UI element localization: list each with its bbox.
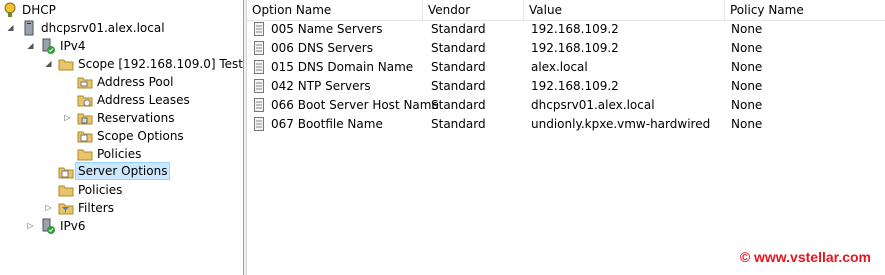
folder-icon — [77, 92, 93, 108]
column-header-value[interactable]: Value — [524, 0, 725, 20]
tree-label-dhcp: DHCP — [22, 3, 56, 17]
expand-arrow-icon[interactable]: ▷ — [44, 199, 53, 217]
value-cell: undionly.kpxe.vmw-hardwired — [531, 117, 711, 131]
option-name-cell: 015 DNS Domain Name — [271, 60, 414, 74]
tree-label-address-leases: Address Leases — [97, 93, 190, 107]
folder-icon — [58, 164, 74, 180]
policy-name-cell: None — [731, 79, 763, 93]
option-icon — [254, 98, 264, 112]
server-icon — [21, 20, 37, 36]
filter-icon — [58, 200, 74, 216]
vendor-cell: Standard — [431, 60, 486, 74]
option-icon — [254, 79, 264, 93]
expand-arrow-icon[interactable]: ▷ — [63, 109, 72, 127]
ipv4-icon — [40, 38, 56, 54]
vendor-cell: Standard — [431, 79, 486, 93]
collapse-arrow-icon[interactable]: ◢ — [6, 19, 15, 37]
options-list: Option Name Vendor Value Policy Name 005… — [247, 0, 885, 275]
policy-name-cell: None — [731, 60, 763, 74]
option-icon — [254, 117, 264, 131]
tree-label-scope-policies: Policies — [97, 147, 142, 161]
option-icon — [254, 22, 264, 36]
vendor-cell: Standard — [431, 98, 486, 112]
list-header: Option Name Vendor Value Policy Name — [247, 0, 885, 21]
tree-label-ipv6: IPv6 — [60, 219, 86, 233]
table-row[interactable]: 005 Name Servers Standard 192.168.109.2 Non… — [247, 20, 885, 39]
option-name-cell: 005 Name Servers — [271, 22, 383, 36]
folder-icon — [77, 146, 93, 162]
value-cell: alex.local — [531, 60, 588, 74]
value-cell: 192.168.109.2 — [531, 22, 619, 36]
folder-icon — [58, 182, 74, 198]
policy-name-cell: None — [731, 117, 763, 131]
folder-icon — [58, 56, 74, 72]
tree-label-address-pool: Address Pool — [97, 75, 174, 89]
policy-name-cell: None — [731, 98, 763, 112]
column-header-policy-name[interactable]: Policy Name — [725, 0, 885, 20]
table-row[interactable]: 066 Boot Server Host Name Standard dhcpsrv… — [247, 96, 885, 115]
option-name-cell: 067 Bootfile Name — [271, 117, 383, 131]
option-name-cell: 066 Boot Server Host Name — [271, 98, 439, 112]
vendor-cell: Standard — [431, 22, 486, 36]
option-name-cell: 042 NTP Servers — [271, 79, 371, 93]
tree-label-scope: Scope [192.168.109.0] Test — [78, 57, 243, 71]
option-icon — [254, 60, 264, 74]
tree-label-scope-options: Scope Options — [97, 129, 184, 143]
folder-icon — [77, 74, 93, 90]
dhcp-icon — [2, 2, 18, 18]
table-row[interactable]: 042 NTP Servers Standard 192.168.109.2 None — [247, 77, 885, 96]
collapse-arrow-icon[interactable]: ◢ — [26, 37, 35, 55]
expand-arrow-icon[interactable]: ▷ — [26, 217, 35, 235]
ipv6-icon — [40, 218, 56, 234]
tree-label-reservations: Reservations — [97, 111, 175, 125]
option-name-cell: 006 DNS Servers — [271, 41, 373, 55]
console-tree: DHCP ◢ dhcpsrv01.alex.local ◢ IPv4 ◢ Sco… — [0, 0, 243, 275]
table-row[interactable]: 006 DNS Servers Standard 192.168.109.2 None — [247, 39, 885, 58]
policy-name-cell: None — [731, 41, 763, 55]
tree-label-filters: Filters — [78, 201, 114, 215]
column-header-vendor[interactable]: Vendor — [423, 0, 524, 20]
vendor-cell: Standard — [431, 117, 486, 131]
value-cell: 192.168.109.2 — [531, 41, 619, 55]
vendor-cell: Standard — [431, 41, 486, 55]
policy-name-cell: None — [731, 22, 763, 36]
tree-label-server: dhcpsrv01.alex.local — [41, 21, 165, 35]
tree-label-policies: Policies — [78, 183, 123, 197]
tree-label-ipv4: IPv4 — [60, 39, 86, 53]
collapse-arrow-icon[interactable]: ◢ — [44, 55, 53, 73]
watermark: © www.vstellar.com — [739, 249, 871, 265]
folder-icon — [77, 128, 93, 144]
value-cell: 192.168.109.2 — [531, 79, 619, 93]
value-cell: dhcpsrv01.alex.local — [531, 98, 655, 112]
folder-icon — [77, 110, 93, 126]
table-row[interactable]: 015 DNS Domain Name Standard alex.local Non… — [247, 58, 885, 77]
option-icon — [254, 41, 264, 55]
column-header-option-name[interactable]: Option Name — [247, 0, 423, 20]
tree-label-server-options: Server Options — [75, 162, 171, 180]
table-row[interactable]: 067 Bootfile Name Standard undionly.kpxe.v… — [247, 115, 885, 134]
